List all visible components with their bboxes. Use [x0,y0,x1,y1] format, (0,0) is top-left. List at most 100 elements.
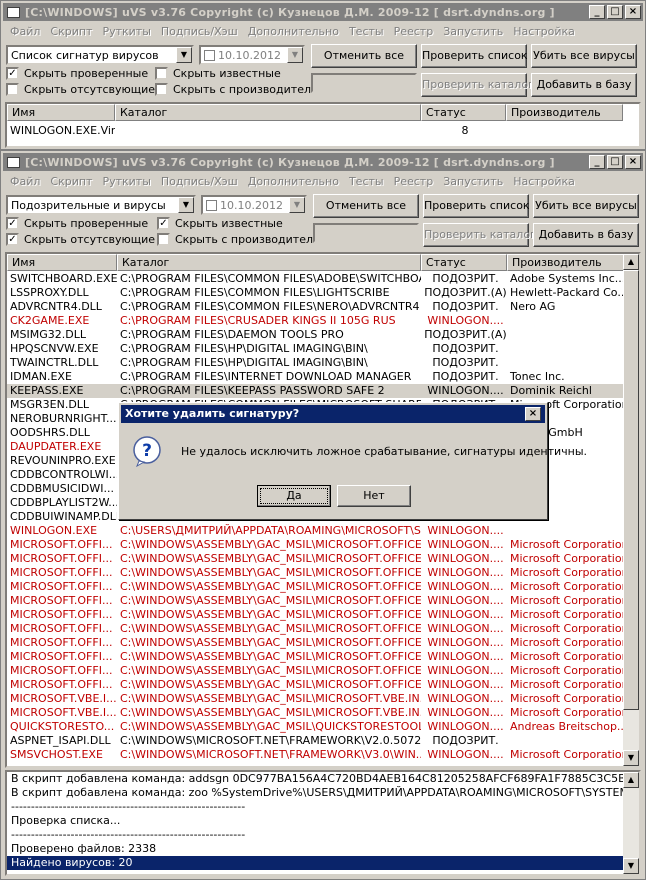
checkbox-box[interactable] [6,83,19,96]
check-list-button[interactable]: Проверить список [421,44,528,68]
column-vendor[interactable]: Производитель [506,104,623,121]
catalog-path-field[interactable] [311,73,417,93]
chevron-down-icon[interactable]: ▼ [287,47,303,63]
hide-missing-checkbox[interactable]: ✓ Скрыть отсутсвующие [6,233,155,246]
table-row[interactable]: SWITCHBOARD.EXE C:\PROGRAM FILES\COMMON F… [7,272,625,286]
chevron-down-icon[interactable]: ▼ [178,197,194,213]
table-row[interactable]: MICROSOFT.OFFI... C:\WINDOWS\ASSEMBLY\GAC… [7,538,625,552]
menu-file[interactable]: Файл [5,23,45,41]
scroll-up-icon[interactable]: ▲ [623,254,639,270]
column-catalog[interactable]: Каталог [117,254,421,271]
table-row[interactable]: WINLOGON.EXE C:\USERS\ДМИТРИЙ\APPDATA\ROA… [7,524,625,538]
checkbox-box[interactable]: ✓ [6,233,19,246]
scroll-up-icon[interactable]: ▲ [623,772,639,788]
checkbox-box[interactable]: ✓ [6,217,19,230]
checkbox-box[interactable] [157,233,170,246]
table-row[interactable]: TWAINCTRL.DLL C:\PROGRAM FILES\HP\DIGITAL… [7,356,625,370]
table-row[interactable]: MICROSOFT.OFFI... C:\WINDOWS\ASSEMBLY\GAC… [7,608,625,622]
maximize-button[interactable]: □ [607,155,623,169]
table-row[interactable]: MICROSOFT.OFFI... C:\WINDOWS\ASSEMBLY\GAC… [7,594,625,608]
table-row[interactable]: MICROSOFT.OFFI... C:\WINDOWS\ASSEMBLY\GAC… [7,664,625,678]
menu-file[interactable]: Файл [5,173,45,191]
menu-registry[interactable]: Реестр [389,173,439,191]
add-to-db-button[interactable]: Добавить в базу [531,73,637,97]
menu-rootkits[interactable]: Руткиты [97,23,155,41]
menu-signature[interactable]: Подпись/Хэш [156,173,243,191]
column-vendor[interactable]: Производитель [507,254,625,271]
hide-known-checkbox[interactable]: Скрыть известные [155,67,281,80]
table-row[interactable]: KEEPASS.EXE C:\PROGRAM FILES\KEEPASS PASS… [7,384,625,398]
date-checkbox[interactable] [204,49,215,61]
table-row[interactable]: MICROSOFT.OFFI... C:\WINDOWS\ASSEMBLY\GAC… [7,580,625,594]
chevron-down-icon[interactable]: ▼ [289,197,305,213]
menu-tests[interactable]: Тесты [344,23,389,41]
log-scrollbar[interactable]: ▲ ▼ [623,772,639,874]
column-catalog[interactable]: Каталог [115,104,421,121]
checkbox-box[interactable] [155,67,168,80]
scroll-thumb[interactable] [623,270,639,710]
hide-with-vendor-checkbox[interactable]: Скрыть с производителем [155,83,326,96]
minimize-button[interactable]: _ [589,155,605,169]
checkbox-box[interactable] [155,83,168,96]
cancel-all-button[interactable]: Отменить все [311,44,417,68]
chevron-down-icon[interactable]: ▼ [176,47,192,63]
table-row[interactable]: WINLOGON.EXE.Vir 8 [7,124,623,138]
checkbox-box[interactable]: ✓ [157,217,170,230]
check-catalog-button[interactable]: Проверить каталог [421,73,534,97]
table-row[interactable]: MICROSOFT.VBE.I... C:\WINDOWS\ASSEMBLY\GA… [7,692,625,706]
table-row[interactable]: MICROSOFT.VBE.I... C:\WINDOWS\ASSEMBLY\GA… [7,706,625,720]
yes-button[interactable]: Да [257,485,331,507]
dialog-title-bar[interactable]: Хотите удалить сигнатуру? × [121,405,545,423]
table-row[interactable]: MSIMG32.DLL C:\PROGRAM FILES\DAEMON TOOLS… [7,328,625,342]
table-row[interactable]: MICROSOFT.OFFI... C:\WINDOWS\ASSEMBLY\GAC… [7,566,625,580]
menu-rootkits[interactable]: Руткиты [97,173,155,191]
list-type-select[interactable]: Подозрительные и вирусы ▼ [6,195,196,215]
add-to-db-button[interactable]: Добавить в базу [533,223,639,247]
hide-with-vendor-checkbox[interactable]: Скрыть с производителем [157,233,328,246]
table-row[interactable]: QUICKSTORESTO... C:\WINDOWS\ASSEMBLY\GAC_… [7,720,625,734]
table-row[interactable]: ADVRCNTR4.DLL C:\PROGRAM FILES\COMMON FIL… [7,300,625,314]
column-name[interactable]: Имя [7,254,117,271]
table-row[interactable]: ASPNET_ISAPI.DLL C:\WINDOWS\MICROSOFT.NET… [7,734,625,748]
menu-registry[interactable]: Реестр [389,23,439,41]
hide-checked-checkbox[interactable]: ✓ Скрыть проверенные [6,217,148,230]
column-status[interactable]: Статус [421,254,507,271]
menu-signature[interactable]: Подпись/Хэш [156,23,243,41]
table-row[interactable]: MICROSOFT.OFFI... C:\WINDOWS\ASSEMBLY\GAC… [7,636,625,650]
table-row[interactable]: IDMAN.EXE C:\PROGRAM FILES\INTERNET DOWNL… [7,370,625,384]
menu-tests[interactable]: Тесты [344,173,389,191]
table-scrollbar[interactable]: ▲ ▼ [623,254,639,766]
menu-settings[interactable]: Настройка [508,173,580,191]
menu-settings[interactable]: Настройка [508,23,580,41]
catalog-path-field[interactable] [313,223,419,243]
table-row[interactable]: MICROSOFT.OFFI... C:\WINDOWS\ASSEMBLY\GAC… [7,622,625,636]
minimize-button[interactable]: _ [589,5,605,19]
close-button[interactable]: × [625,155,641,169]
table-row[interactable]: CK2GAME.EXE C:\PROGRAM FILES\CRUSADER KIN… [7,314,625,328]
menu-script[interactable]: Скрипт [45,23,97,41]
table-row[interactable]: LSSPROXY.DLL C:\PROGRAM FILES\COMMON FILE… [7,286,625,300]
column-name[interactable]: Имя [7,104,115,121]
list-type-select[interactable]: Список сигнатур вирусов ▼ [6,45,194,65]
hide-known-checkbox[interactable]: ✓ Скрыть известные [157,217,283,230]
title-bar[interactable]: [C:\WINDOWS] uVS v3.76 Copyright (c) Куз… [3,153,643,171]
maximize-button[interactable]: □ [607,5,623,19]
kill-all-viruses-button[interactable]: Убить все вирусы [533,194,639,218]
hide-checked-checkbox[interactable]: ✓ Скрыть проверенные [6,67,148,80]
column-status[interactable]: Статус [421,104,506,121]
menu-additional[interactable]: Дополнительно [243,23,344,41]
dialog-close-button[interactable]: × [525,407,541,421]
title-bar[interactable]: [C:\WINDOWS] uVS v3.76 Copyright (c) Куз… [3,3,643,21]
scroll-down-icon[interactable]: ▼ [623,858,639,874]
cancel-all-button[interactable]: Отменить все [313,194,419,218]
menu-script[interactable]: Скрипт [45,173,97,191]
hide-missing-checkbox[interactable]: Скрыть отсутсвующие [6,83,155,96]
table-row[interactable]: HPQSCNVW.EXE C:\PROGRAM FILES\HP\DIGITAL … [7,342,625,356]
check-list-button[interactable]: Проверить список [423,194,530,218]
no-button[interactable]: Нет [337,485,411,507]
close-button[interactable]: × [625,5,641,19]
date-picker[interactable]: 10.10.2012 ▼ [201,195,307,215]
table-row[interactable]: MICROSOFT.OFFI... C:\WINDOWS\ASSEMBLY\GAC… [7,552,625,566]
kill-all-viruses-button[interactable]: Убить все вирусы [531,44,637,68]
table-row[interactable]: MICROSOFT.OFFI... C:\WINDOWS\ASSEMBLY\GAC… [7,650,625,664]
